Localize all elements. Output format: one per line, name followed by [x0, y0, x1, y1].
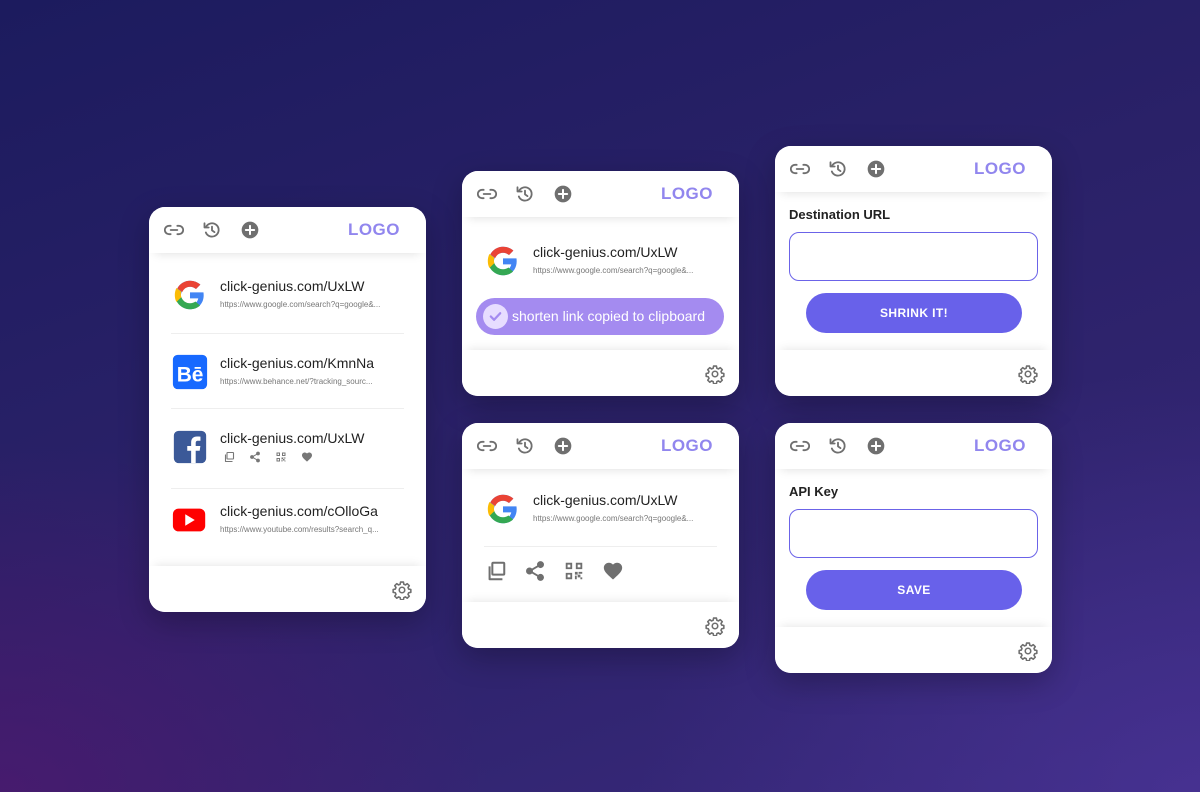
- api-key-label: API Key: [789, 484, 839, 499]
- heart-icon[interactable]: [301, 451, 313, 463]
- history-card: LOGO click-genius.com/UxLW https://www.g…: [149, 207, 426, 612]
- link-icon[interactable]: [477, 436, 497, 456]
- toast-message: shorten link copied to clipboard: [512, 308, 706, 324]
- divider: [171, 333, 404, 334]
- shrink-it-button[interactable]: SHRINK IT!: [806, 293, 1022, 333]
- check-circle-icon: [483, 304, 508, 329]
- history-icon[interactable]: [202, 220, 222, 240]
- logo: LOGO: [347, 220, 400, 239]
- copied-toast: shorten link copied to clipboard: [476, 298, 724, 335]
- add-icon[interactable]: [866, 436, 886, 456]
- divider: [171, 488, 404, 489]
- settings-gear-icon[interactable]: [705, 616, 725, 636]
- behance-logo-icon: [172, 354, 208, 390]
- footer: [149, 566, 426, 612]
- settings-gear-icon[interactable]: [1018, 641, 1038, 661]
- add-icon[interactable]: [553, 184, 573, 204]
- link-item[interactable]: click-genius.com/UxLW https://www.google…: [171, 274, 404, 318]
- shrink-card: LOGO Destination URL SHRINK IT!: [775, 146, 1052, 396]
- qr-code-icon[interactable]: [563, 560, 585, 582]
- footer: [462, 602, 739, 648]
- settings-gear-icon[interactable]: [705, 364, 725, 384]
- original-url: https://www.behance.net/?tracking_sourc.…: [220, 377, 373, 386]
- save-button[interactable]: SAVE: [806, 570, 1022, 610]
- original-url: https://www.youtube.com/results?search_q…: [220, 525, 379, 534]
- history-icon[interactable]: [828, 436, 848, 456]
- link-item[interactable]: click-genius.com/UxLW https://www.google…: [484, 240, 717, 284]
- history-icon[interactable]: [828, 159, 848, 179]
- short-link[interactable]: click-genius.com/UxLW: [533, 492, 677, 508]
- toolbar: LOGO: [149, 207, 426, 253]
- footer: [775, 627, 1052, 673]
- link-icon[interactable]: [790, 436, 810, 456]
- add-icon[interactable]: [240, 220, 260, 240]
- link-item[interactable]: click-genius.com/UxLW: [171, 426, 404, 470]
- actions-card: LOGO click-genius.com/UxLW https://www.g…: [462, 423, 739, 648]
- link-icon[interactable]: [477, 184, 497, 204]
- copy-icon[interactable]: [485, 560, 507, 582]
- history-icon[interactable]: [515, 436, 535, 456]
- google-logo-icon: [487, 246, 518, 276]
- google-logo-icon: [487, 494, 518, 524]
- link-actions: [485, 560, 624, 582]
- original-url: https://www.google.com/search?q=google&.…: [533, 514, 694, 523]
- divider: [484, 546, 717, 547]
- copy-icon[interactable]: [223, 451, 235, 463]
- original-url: https://www.google.com/search?q=google&.…: [220, 300, 381, 309]
- toolbar: LOGO: [462, 423, 739, 469]
- destination-url-label: Destination URL: [789, 207, 891, 222]
- short-link[interactable]: click-genius.com/UxLW: [533, 244, 677, 260]
- settings-gear-icon[interactable]: [392, 580, 412, 600]
- share-icon[interactable]: [524, 560, 546, 582]
- facebook-logo-icon: [173, 430, 207, 464]
- logo: LOGO: [660, 184, 713, 203]
- link-actions: [223, 451, 313, 463]
- short-link[interactable]: click-genius.com/KmnNa: [220, 355, 374, 371]
- history-icon[interactable]: [515, 184, 535, 204]
- toolbar: LOGO: [775, 146, 1052, 192]
- logo: LOGO: [973, 159, 1026, 178]
- link-item[interactable]: click-genius.com/UxLW https://www.google…: [484, 488, 717, 532]
- link-item[interactable]: click-genius.com/KmnNa https://www.behan…: [171, 351, 404, 395]
- add-icon[interactable]: [553, 436, 573, 456]
- youtube-logo-icon: [172, 508, 206, 532]
- destination-url-input[interactable]: [789, 232, 1038, 281]
- copied-card: LOGO click-genius.com/UxLW https://www.g…: [462, 171, 739, 396]
- settings-card: LOGO API Key SAVE: [775, 423, 1052, 673]
- link-item[interactable]: click-genius.com/cOlloGa https://www.you…: [171, 499, 404, 543]
- link-icon[interactable]: [164, 220, 184, 240]
- short-link[interactable]: click-genius.com/UxLW: [220, 278, 364, 294]
- divider: [171, 408, 404, 409]
- footer: [775, 350, 1052, 396]
- footer: [462, 350, 739, 396]
- link-icon[interactable]: [790, 159, 810, 179]
- toolbar: LOGO: [462, 171, 739, 217]
- short-link[interactable]: click-genius.com/cOlloGa: [220, 503, 378, 519]
- short-link[interactable]: click-genius.com/UxLW: [220, 430, 364, 446]
- qr-code-icon[interactable]: [275, 451, 287, 463]
- original-url: https://www.google.com/search?q=google&.…: [533, 266, 694, 275]
- settings-gear-icon[interactable]: [1018, 364, 1038, 384]
- logo: LOGO: [973, 436, 1026, 455]
- toolbar: LOGO: [775, 423, 1052, 469]
- heart-icon[interactable]: [602, 560, 624, 582]
- api-key-input[interactable]: [789, 509, 1038, 558]
- google-logo-icon: [174, 280, 205, 310]
- add-icon[interactable]: [866, 159, 886, 179]
- share-icon[interactable]: [249, 451, 261, 463]
- logo: LOGO: [660, 436, 713, 455]
